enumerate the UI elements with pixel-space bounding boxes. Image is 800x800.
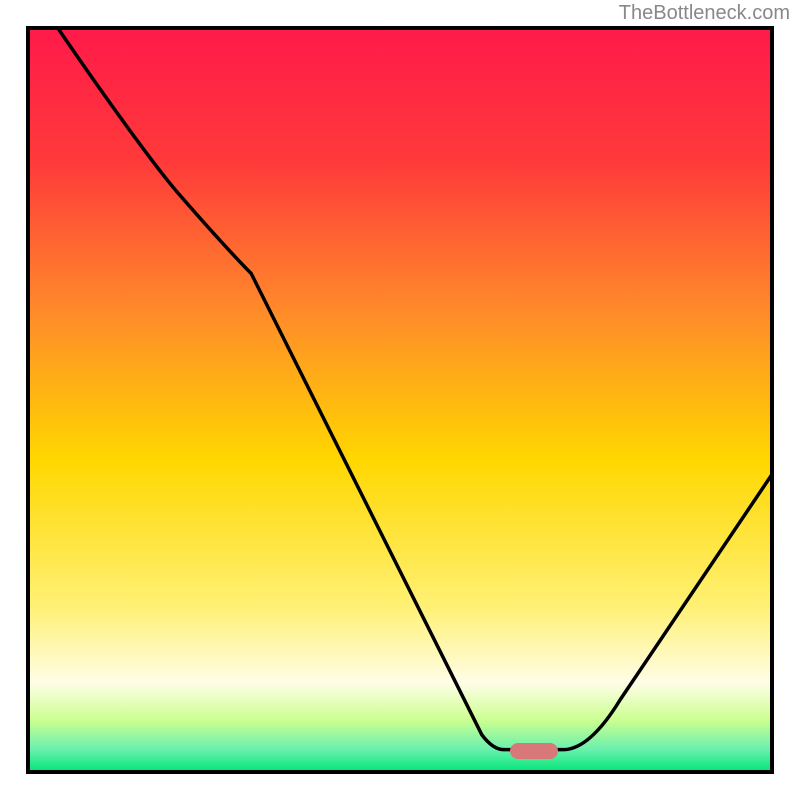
chart-svg: [0, 0, 800, 800]
watermark-text: TheBottleneck.com: [619, 2, 790, 25]
plot-background: [28, 28, 772, 772]
bottleneck-chart: TheBottleneck.com: [0, 0, 800, 800]
optimal-marker: [510, 743, 558, 759]
